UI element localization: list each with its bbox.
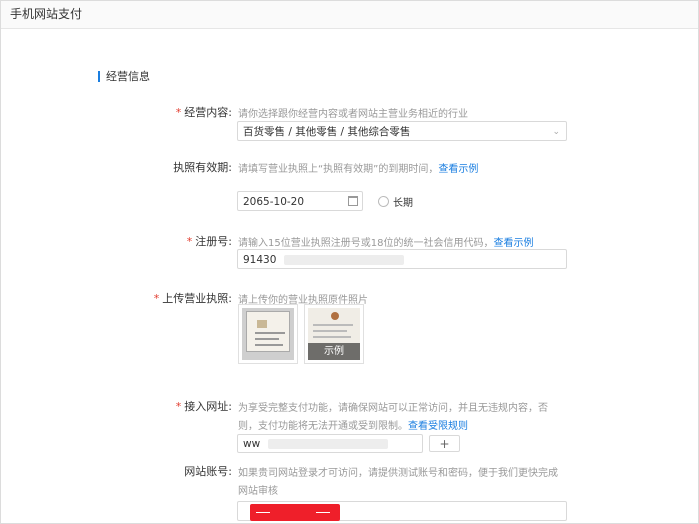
section-title: 经营信息 [106, 70, 150, 83]
business-scope-select[interactable]: 百货零售 / 其他零售 / 其他综合零售 ⌄ [237, 121, 567, 141]
window-title: 手机网站支付 [1, 1, 698, 29]
required-asterisk: * [153, 292, 160, 305]
site-account-hint: 如果贵司网站登录才可访问，请提供测试账号和密码，便于我们更快完成 [238, 468, 558, 479]
website-url-input[interactable]: ww [237, 434, 423, 453]
view-example-link[interactable]: 查看示例 [493, 238, 533, 249]
registration-number-input[interactable]: 91430 [237, 249, 567, 269]
longterm-label: 长期 [393, 198, 413, 209]
payment-settings-window: 手机网站支付 经营信息 * 经营内容: 请你选择跟你经营内容或者网站主营业务相近的… [0, 0, 699, 524]
view-example-link[interactable]: 查看示例 [438, 164, 478, 175]
registration-label: * 注册号: [186, 235, 232, 248]
business-scope-label: * 经营内容: [175, 106, 232, 119]
website-url-hint: 为享受完整支付功能，请确保网站可以正常访问，并且无违规内容，否 [238, 403, 548, 414]
chevron-down-icon: ⌄ [552, 127, 560, 137]
required-asterisk: * [175, 400, 182, 413]
expiry-date-input[interactable]: 2065-10-20 [237, 191, 363, 211]
business-scope-hint: 请你选择跟你经营内容或者网站主营业务相近的行业 [238, 109, 468, 120]
required-asterisk: * [186, 235, 193, 248]
sample-license-image[interactable]: 示例 [304, 304, 364, 364]
section-marker [98, 70, 100, 82]
calendar-icon[interactable] [348, 196, 358, 206]
site-account-hint-2: 网站审核 [238, 486, 278, 497]
website-url-hint-2: 则，支付功能将无法开通或受到限制。查看受限规则 [238, 421, 468, 432]
site-account-label: 网站账号: [184, 465, 232, 478]
restriction-rules-link[interactable]: 查看受限规则 [408, 421, 468, 432]
redacted-text [267, 439, 388, 449]
redaction-mark [250, 504, 340, 521]
redacted-text [283, 255, 404, 265]
license-validity-hint: 请填写营业执照上“执照有效期”的到期时间，查看示例 [238, 164, 479, 175]
section-header: 经营信息 [98, 68, 150, 84]
sample-caption: 示例 [308, 343, 360, 360]
longterm-radio[interactable] [378, 196, 389, 207]
registration-hint: 请输入15位营业执照注册号或18位的统一社会信用代码，查看示例 [238, 238, 534, 249]
upload-license-label: * 上传营业执照: [153, 292, 232, 305]
license-validity-label: 执照有效期: [173, 161, 232, 174]
add-url-button[interactable]: + [429, 435, 460, 452]
website-url-label: * 接入网址: [175, 400, 232, 413]
required-asterisk: * [175, 106, 182, 119]
emblem-icon [331, 312, 339, 320]
uploaded-license-image[interactable] [238, 304, 298, 364]
